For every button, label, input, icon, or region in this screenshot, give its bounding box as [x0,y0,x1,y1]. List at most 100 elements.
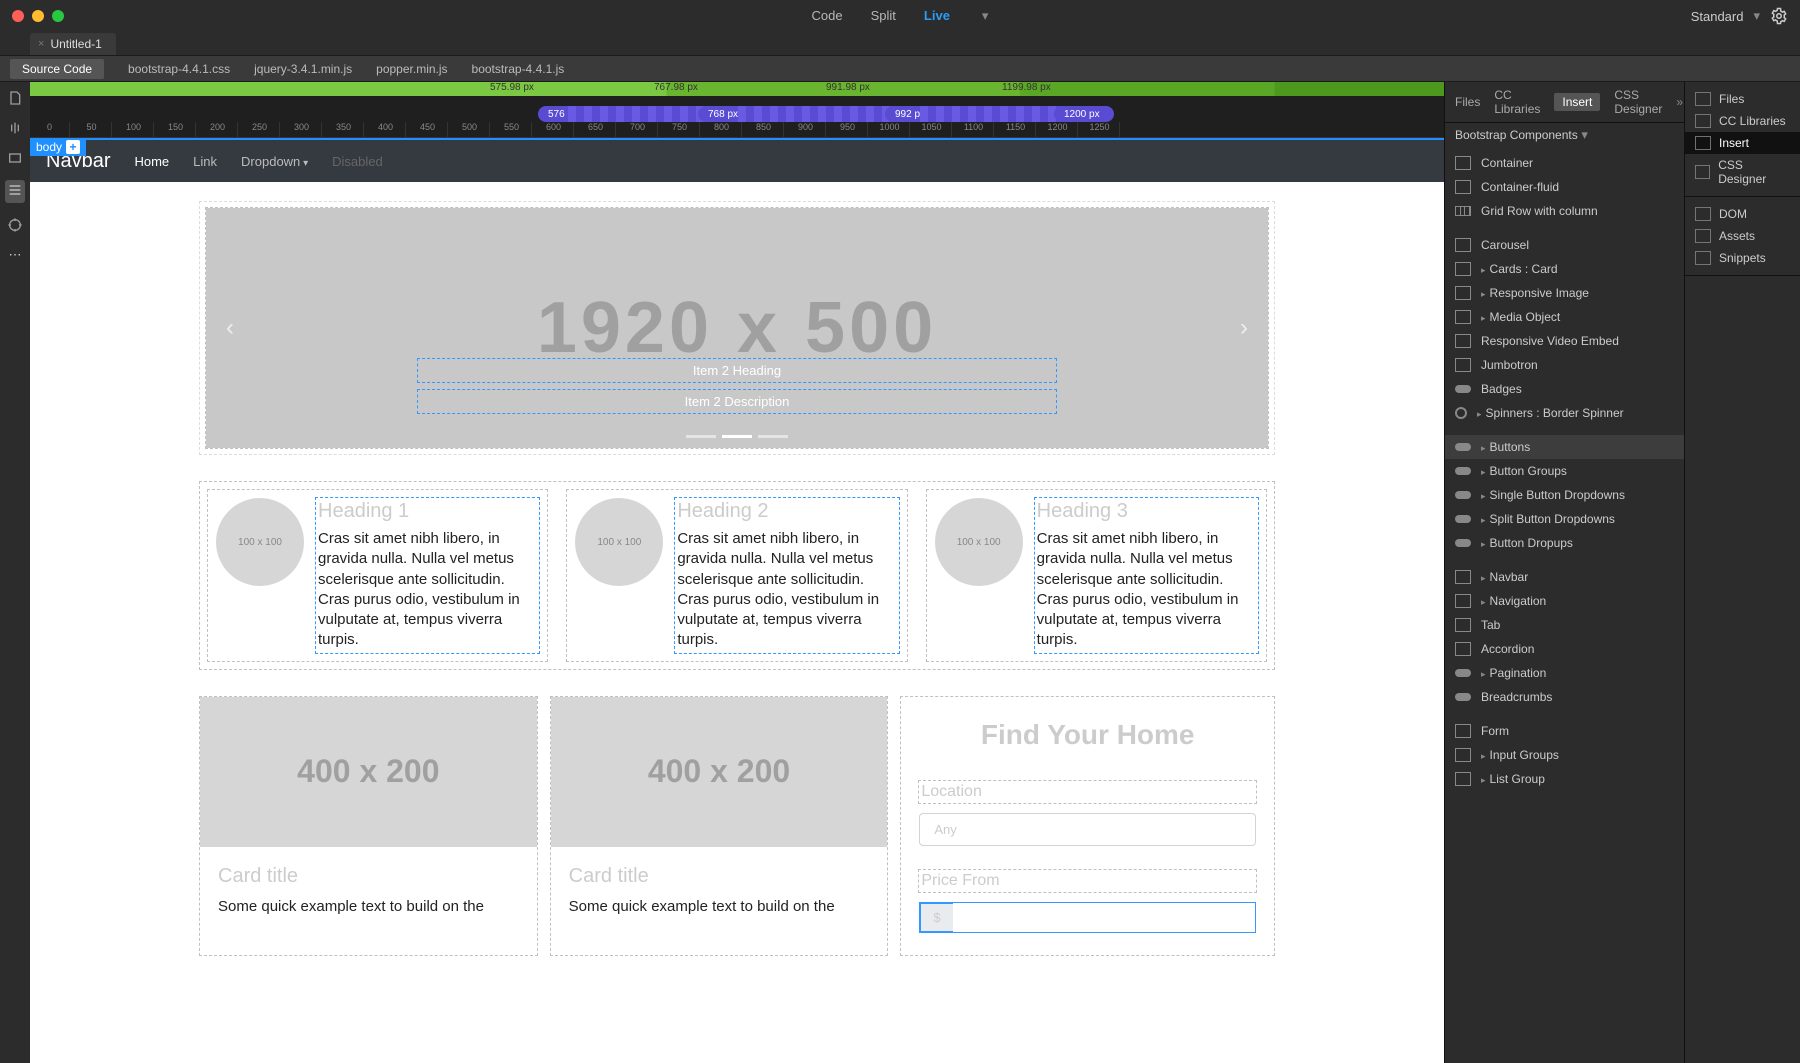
carousel-placeholder: 1920 x 500 [537,287,937,369]
insert-item[interactable]: Button Dropups [1445,531,1684,555]
related-file[interactable]: popper.min.js [376,62,447,76]
panel-cc-libraries[interactable]: CC Libraries [1685,110,1800,132]
carousel-indicators[interactable] [686,435,788,438]
panel-insert[interactable]: Insert [1685,132,1800,154]
view-split[interactable]: Split [871,8,896,24]
media-card-3[interactable]: 100 x 100 Heading 3Cras sit amet nibh li… [927,490,1266,661]
close-icon[interactable]: × [38,38,44,50]
tab-untitled[interactable]: × Untitled-1 [30,33,116,55]
mq-label: 767.98 px [654,82,698,93]
search-form-card[interactable]: Find Your Home Location Any Price From $ [901,697,1274,955]
panel-css-designer[interactable]: CSS Designer [1685,154,1800,190]
insert-item[interactable]: Navbar [1445,565,1684,589]
nav-link-home[interactable]: Home [134,154,169,169]
separator [1445,425,1684,435]
live-view-icon[interactable] [7,182,23,198]
location-input[interactable]: Any [919,813,1256,846]
carousel-dot[interactable] [686,435,716,438]
insert-item[interactable]: List Group [1445,767,1684,791]
media-card-2[interactable]: 100 x 100 Heading 2Cras sit amet nibh li… [567,490,906,661]
insert-item[interactable]: Grid Row with column [1445,199,1684,223]
insert-item[interactable]: Cards : Card [1445,257,1684,281]
insert-item[interactable]: Accordion [1445,637,1684,661]
carousel-dot[interactable] [758,435,788,438]
carousel-description[interactable]: Item 2 Description [417,389,1057,414]
ruler-tick: 750 [660,122,700,138]
insert-item[interactable]: Pagination [1445,661,1684,685]
carousel-heading[interactable]: Item 2 Heading [417,358,1057,383]
tab-cc-libraries[interactable]: CC Libraries [1494,88,1540,116]
carousel[interactable]: 1920 x 500 ‹ › Item 2 Heading Item 2 Des… [206,208,1268,448]
insert-item[interactable]: Form [1445,719,1684,743]
media-row: 100 x 100 Heading 1Cras sit amet nibh li… [208,490,1266,661]
workspace-selector[interactable]: Standard [1691,9,1744,24]
panel-snippets[interactable]: Snippets [1685,247,1800,269]
traffic-lights [12,10,64,22]
insert-item[interactable]: Input Groups [1445,743,1684,767]
insert-item[interactable]: Breadcrumbs [1445,685,1684,709]
chevron-down-icon[interactable]: ▾ [1753,8,1760,24]
nav-link-link[interactable]: Link [193,154,217,169]
expand-icon[interactable]: » [1676,95,1683,109]
tab-files[interactable]: Files [1455,95,1480,109]
insert-item[interactable]: Single Button Dropdowns [1445,483,1684,507]
carousel-next-icon[interactable]: › [1240,314,1248,342]
tab-insert[interactable]: Insert [1554,93,1600,111]
insert-item[interactable]: Responsive Video Embed [1445,329,1684,353]
card-1[interactable]: 400 x 200 Card titleSome quick example t… [200,697,537,955]
manage-sites-icon[interactable] [7,120,23,136]
file-icon[interactable] [7,90,23,106]
insert-item[interactable]: Buttons [1445,435,1684,459]
gear-icon[interactable] [1770,7,1788,25]
more-icon[interactable]: ⋯ [9,247,22,263]
carousel-dot[interactable] [722,435,752,438]
insert-item[interactable]: Navigation [1445,589,1684,613]
minimize-icon[interactable] [32,10,44,22]
panel-assets[interactable]: Assets [1685,225,1800,247]
panel-dom[interactable]: DOM [1685,203,1800,225]
view-code[interactable]: Code [812,8,843,24]
live-document[interactable]: Navbar Home Link Dropdown ▾ Disabled 192… [30,138,1444,1063]
price-input[interactable] [953,903,1255,932]
close-icon[interactable] [12,10,24,22]
breakpoint-bar[interactable]: 576 px 768 px 992 px 1200 px [30,96,1444,122]
insert-item[interactable]: Badges [1445,377,1684,401]
view-live[interactable]: Live [924,8,950,24]
media-query-bar[interactable]: 575.98 px 767.98 px 991.98 px 1199.98 px [30,82,1444,96]
insert-item[interactable]: Button Groups [1445,459,1684,483]
crosshair-icon[interactable] [7,217,23,233]
panel-files[interactable]: Files [1685,88,1800,110]
insert-item[interactable]: Media Object [1445,305,1684,329]
insert-item[interactable]: Container [1445,151,1684,175]
chevron-down-icon[interactable]: ▾ [982,8,989,24]
insert-item[interactable]: Jumbotron [1445,353,1684,377]
insert-item[interactable]: Container-fluid [1445,175,1684,199]
media-text: Cras sit amet nibh libero, in gravida nu… [1037,529,1256,651]
insert-item[interactable]: Carousel [1445,233,1684,257]
source-code-button[interactable]: Source Code [10,59,104,79]
extract-icon[interactable] [7,150,23,166]
add-element-icon[interactable]: + [66,140,80,154]
insert-item[interactable]: Split Button Dropdowns [1445,507,1684,531]
responsive-video-embed-icon [1455,334,1471,348]
insert-item[interactable]: Spinners : Border Spinner [1445,401,1684,425]
tab-css-designer[interactable]: CSS Designer [1614,88,1662,116]
separator [1445,709,1684,719]
carousel-prev-icon[interactable]: ‹ [226,314,234,342]
related-file[interactable]: bootstrap-4.4.1.js [472,62,565,76]
insert-item-label: Carousel [1481,238,1529,252]
related-file[interactable]: jquery-3.4.1.min.js [254,62,352,76]
card-2[interactable]: 400 x 200 Card titleSome quick example t… [551,697,888,955]
insert-item[interactable]: Responsive Image [1445,281,1684,305]
bp-label: 1200 px [1054,106,1114,122]
nav-link-dropdown[interactable]: Dropdown ▾ [241,154,308,169]
insert-item-label: Navbar [1481,570,1528,584]
element-tag-display[interactable]: body + [30,138,86,156]
insert-item[interactable]: Tab [1445,613,1684,637]
maximize-icon[interactable] [52,10,64,22]
insert-category-dropdown[interactable]: Bootstrap Components ▾ [1445,123,1684,147]
ruler-tick: 0 [30,122,70,138]
media-card-1[interactable]: 100 x 100 Heading 1Cras sit amet nibh li… [208,490,547,661]
related-file[interactable]: bootstrap-4.4.1.css [128,62,230,76]
price-input-group[interactable]: $ [919,902,1256,933]
